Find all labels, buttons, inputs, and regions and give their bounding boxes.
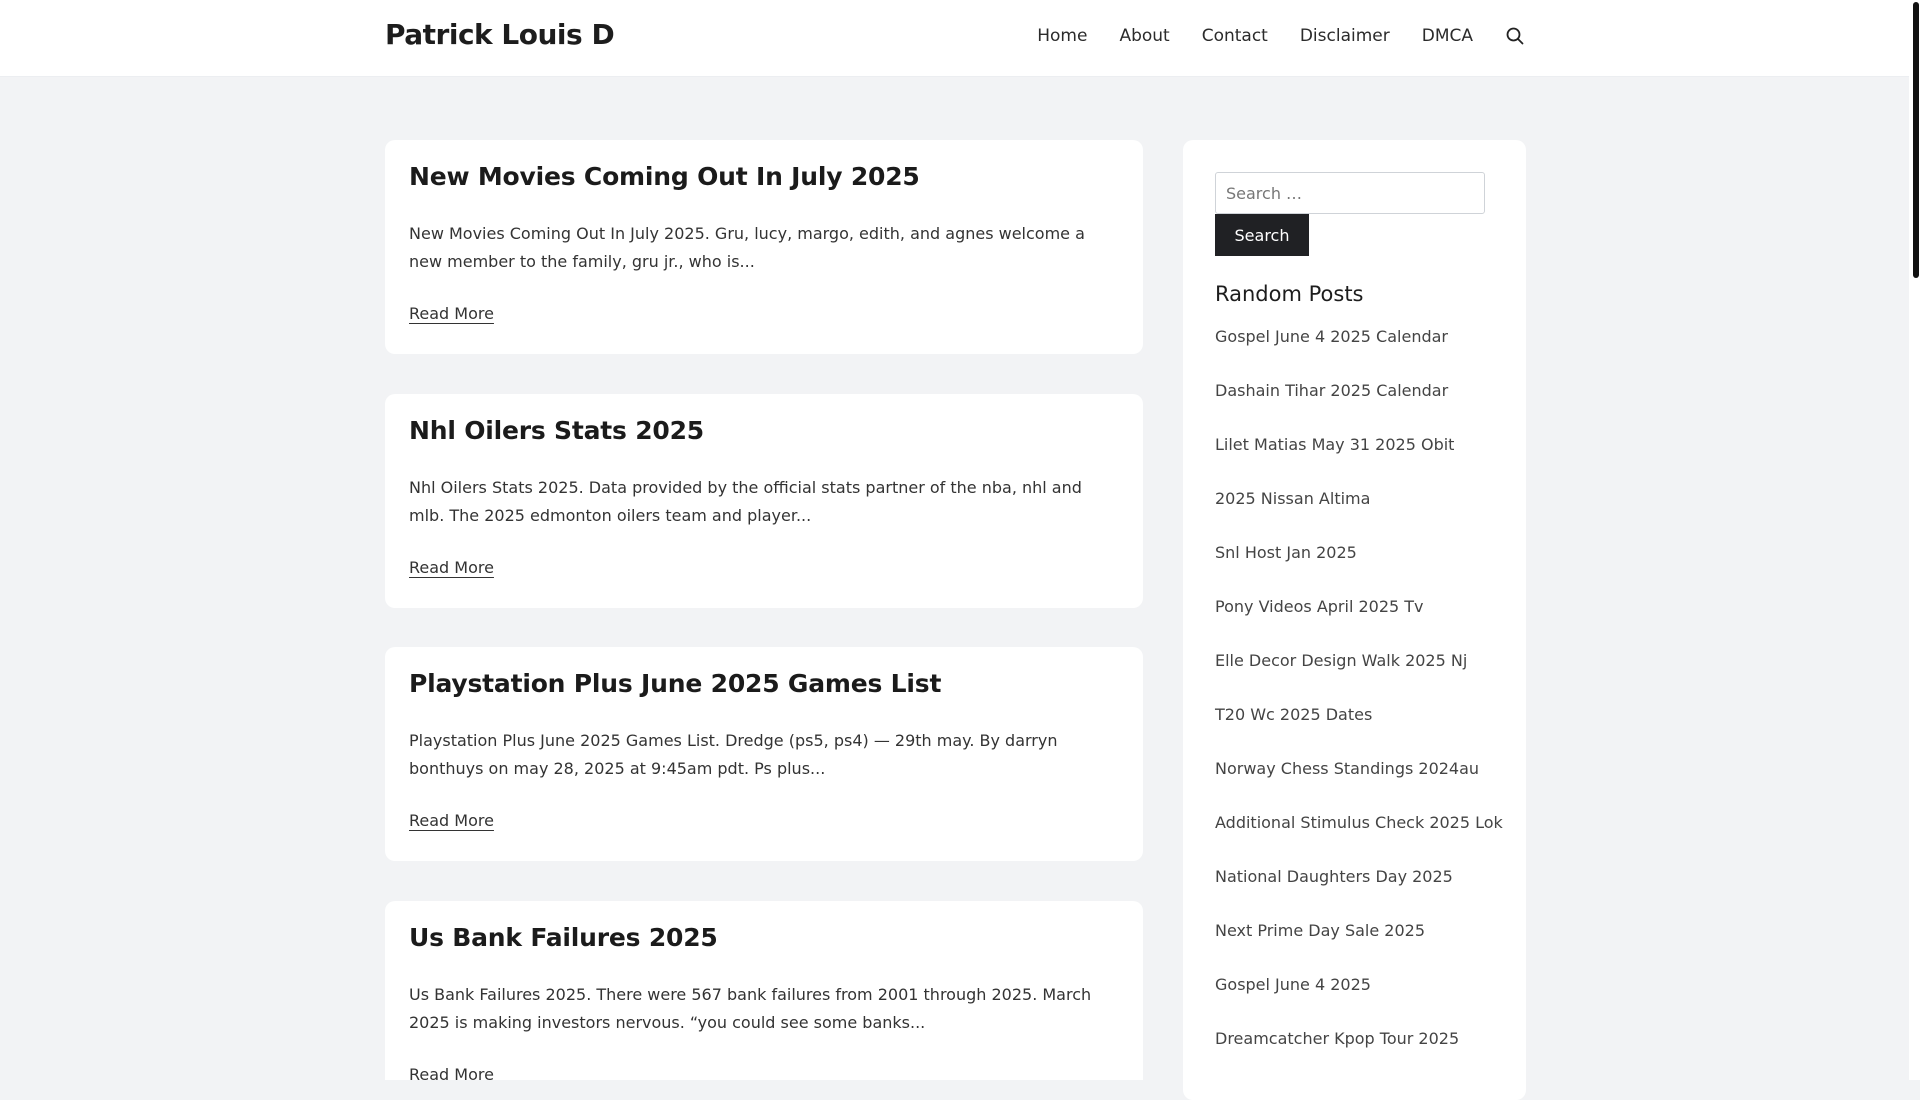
scrollbar[interactable] — [1909, 0, 1920, 1080]
post-card: Us Bank Failures 2025 Us Bank Failures 2… — [385, 901, 1143, 1080]
random-post-link[interactable]: Dashain Tihar 2025 Calendar — [1215, 381, 1503, 435]
nav-item-home[interactable]: Home — [1037, 26, 1087, 46]
read-more-link[interactable]: Read More — [409, 304, 494, 323]
post-card: Nhl Oilers Stats 2025 Nhl Oilers Stats 2… — [385, 394, 1143, 608]
read-more-link[interactable]: Read More — [409, 558, 494, 577]
post-excerpt: Nhl Oilers Stats 2025. Data provided by … — [409, 478, 1082, 525]
read-more-link[interactable]: Read More — [409, 1065, 494, 1080]
post-title[interactable]: New Movies Coming Out In July 2025 — [409, 162, 920, 191]
random-post-link[interactable]: Pony Videos April 2025 Tv — [1215, 597, 1503, 651]
random-posts-list: Gospel June 4 2025 Calendar Dashain Tiha… — [1215, 327, 1503, 1083]
random-post-link[interactable]: T20 Wc 2025 Dates — [1215, 705, 1503, 759]
random-post-link[interactable]: 2025 Nissan Altima — [1215, 489, 1503, 543]
nav-item-about[interactable]: About — [1119, 26, 1169, 46]
random-post-link[interactable]: Elle Decor Design Walk 2025 Nj — [1215, 651, 1503, 705]
random-post-link[interactable]: Additional Stimulus Check 2025 Lok — [1215, 813, 1503, 867]
random-posts-heading: Random Posts — [1215, 282, 1364, 306]
post-excerpt: New Movies Coming Out In July 2025. Gru,… — [409, 224, 1085, 271]
random-post-link[interactable]: Gospel June 4 2025 Calendar — [1215, 327, 1503, 381]
read-more-link[interactable]: Read More — [409, 811, 494, 830]
post-card: New Movies Coming Out In July 2025 New M… — [385, 140, 1143, 354]
random-post-link[interactable]: National Daughters Day 2025 — [1215, 867, 1503, 921]
random-post-link[interactable]: Snl Host Jan 2025 — [1215, 543, 1503, 597]
search-input[interactable] — [1215, 172, 1485, 214]
scrollbar-thumb[interactable] — [1913, 2, 1919, 278]
sidebar: Search Random Posts Gospel June 4 2025 C… — [1183, 140, 1526, 1100]
site-title[interactable]: Patrick Louis D — [385, 18, 615, 51]
post-excerpt: Us Bank Failures 2025. There were 567 ba… — [409, 985, 1092, 1032]
search-icon[interactable] — [1505, 26, 1525, 46]
post-title[interactable]: Us Bank Failures 2025 — [409, 923, 718, 952]
post-card: Playstation Plus June 2025 Games List Pl… — [385, 647, 1143, 861]
search-button[interactable]: Search — [1215, 214, 1309, 256]
post-title[interactable]: Playstation Plus June 2025 Games List — [409, 669, 941, 698]
random-post-link[interactable]: Norway Chess Standings 2024au — [1215, 759, 1503, 813]
random-post-link[interactable]: Next Prime Day Sale 2025 — [1215, 921, 1503, 975]
random-post-link[interactable]: Dreamcatcher Kpop Tour 2025 — [1215, 1029, 1503, 1083]
random-post-link[interactable]: Gospel June 4 2025 — [1215, 975, 1503, 1029]
nav-item-dmca[interactable]: DMCA — [1422, 26, 1473, 46]
post-title[interactable]: Nhl Oilers Stats 2025 — [409, 416, 704, 445]
nav-item-contact[interactable]: Contact — [1202, 26, 1268, 46]
post-excerpt: Playstation Plus June 2025 Games List. D… — [409, 731, 1058, 778]
main-nav: Home About Contact Disclaimer DMCA — [1037, 26, 1525, 46]
random-post-link[interactable]: Lilet Matias May 31 2025 Obit — [1215, 435, 1503, 489]
site-header: Patrick Louis D Home About Contact Discl… — [0, 0, 1909, 77]
nav-item-disclaimer[interactable]: Disclaimer — [1300, 26, 1390, 46]
